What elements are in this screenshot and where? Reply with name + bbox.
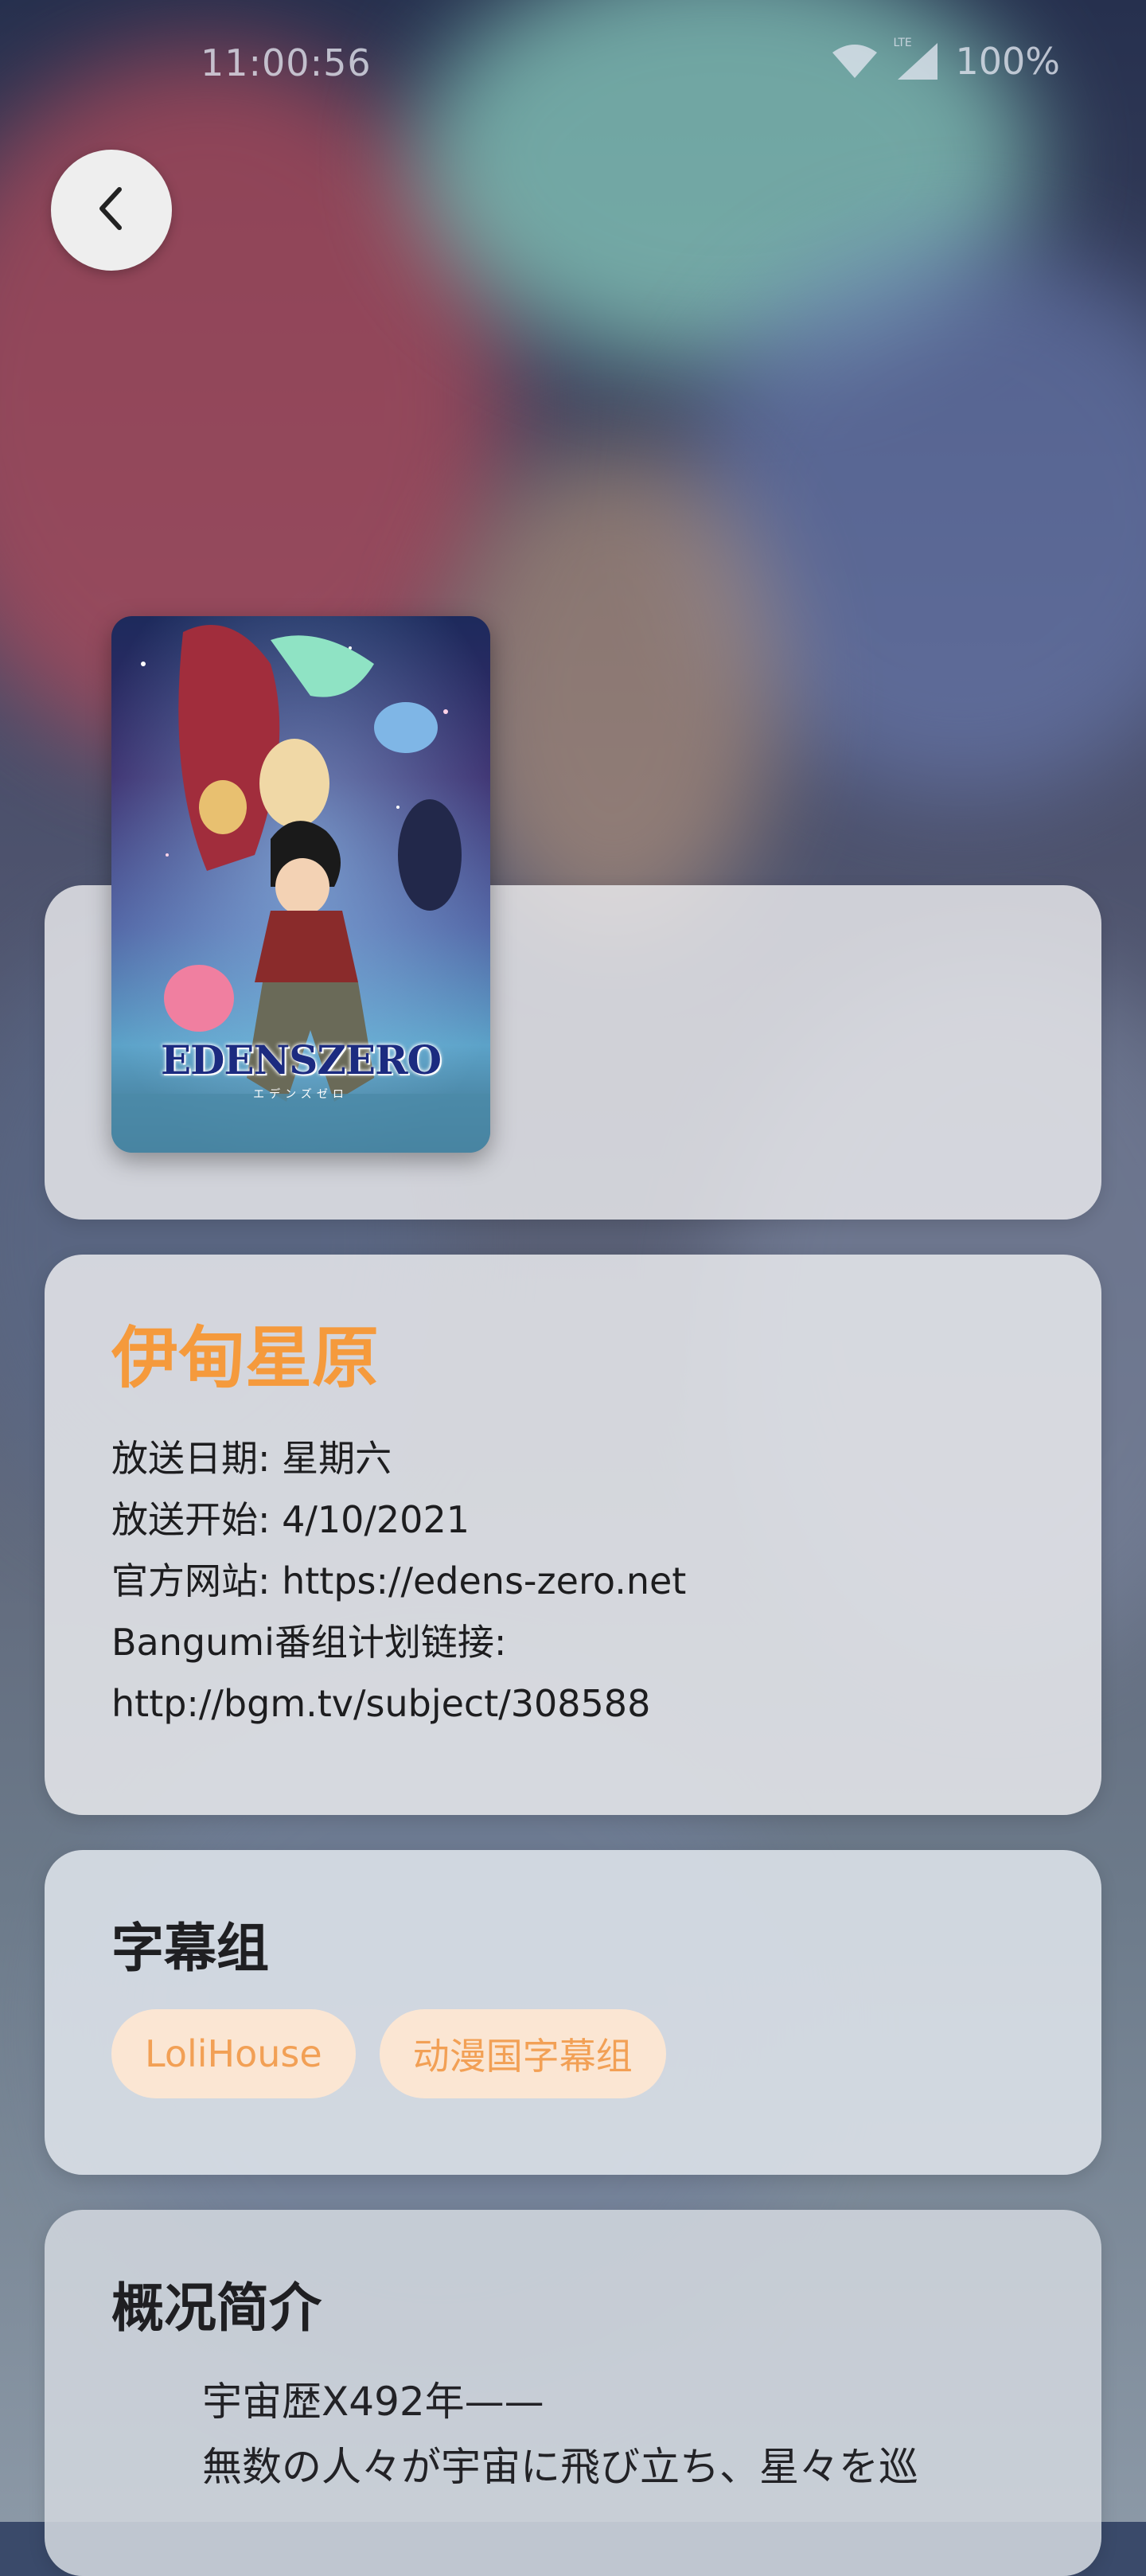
air-start-date: 放送开始: 4/10/2021	[111, 1498, 470, 1541]
bangumi-link-label: Bangumi番组计划链接:	[111, 1621, 507, 1664]
bangumi-link[interactable]: http://bgm.tv/subject/308588	[111, 1673, 1035, 1735]
fansub-chip-dmg[interactable]: 动漫国字幕组	[379, 2009, 666, 2098]
summary-line: 宇宙歴X492年——	[202, 2379, 544, 2425]
air-day: 放送日期: 星期六	[111, 1437, 392, 1480]
summary-line: 無数の人々が宇宙に飛び立ち、星々を巡	[202, 2444, 918, 2490]
battery-level: 100%	[955, 40, 1060, 83]
official-site[interactable]: 官方网站: https://edens-zero.net	[111, 1551, 1035, 1612]
status-indicators: LTE 100%	[831, 37, 1060, 83]
status-bar: 11:00:56 LTE 100%	[0, 0, 1146, 127]
poster-logo-sub: エデンズゼロ	[253, 1088, 349, 1101]
anime-poster: EDENSZERO エデンズゼロ	[111, 616, 490, 1153]
cell-signal-icon: LTE	[893, 37, 939, 81]
chevron-left-icon	[92, 183, 131, 237]
summary-card: 概况简介 宇宙歴X492年—— 無数の人々が宇宙に飛び立ち、星々を巡	[45, 2210, 1101, 2576]
info-card: 伊甸星原 放送日期: 星期六 放送开始: 4/10/2021 官方网站: htt…	[45, 1255, 1101, 1815]
fansub-chips: LoliHouse 动漫国字幕组	[111, 2009, 1035, 2098]
network-type: LTE	[893, 37, 912, 49]
back-button[interactable]	[51, 150, 172, 271]
status-time: 11:00:56	[201, 41, 372, 84]
anime-title: 伊甸星原	[111, 1319, 380, 1397]
summary-heading: 概况简介	[111, 2277, 322, 2339]
wifi-icon	[831, 43, 879, 80]
fansub-heading: 字幕组	[111, 1918, 269, 1979]
fansub-card: 字幕组 LoliHouse 动漫国字幕组	[45, 1850, 1101, 2175]
fansub-chip-lolihouse[interactable]: LoliHouse	[111, 2009, 356, 2098]
poster-logo: EDENSZERO	[160, 1036, 442, 1083]
